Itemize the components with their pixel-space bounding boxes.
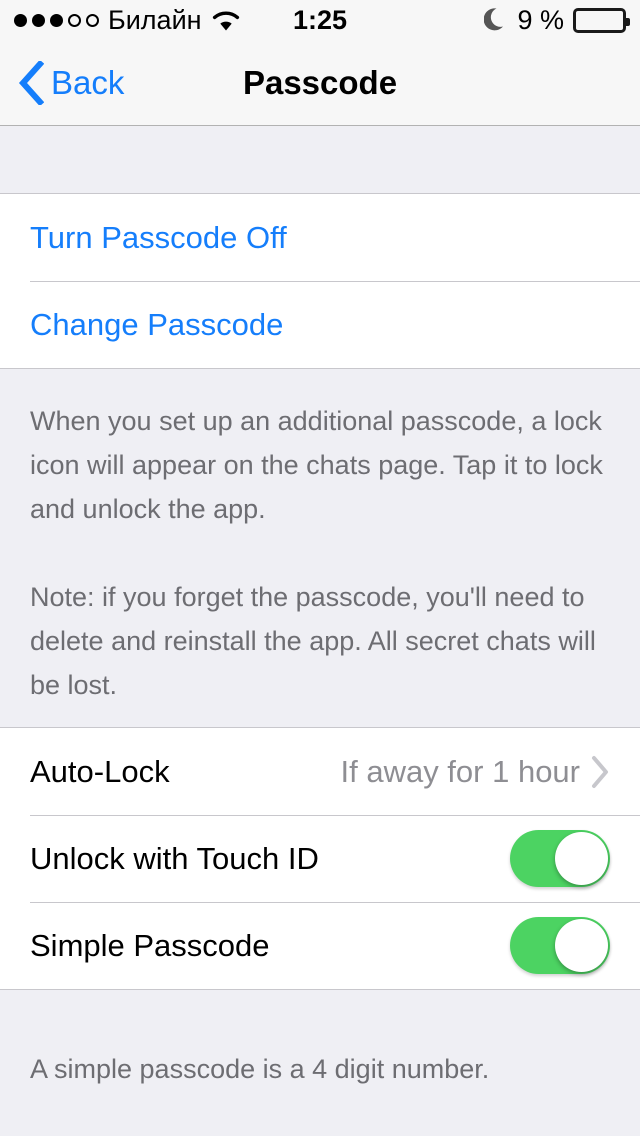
lock-options-footer: A simple passcode is a 4 digit number. [0, 990, 640, 1120]
auto-lock-value-container: If away for 1 hour [340, 755, 610, 789]
auto-lock-value: If away for 1 hour [340, 754, 580, 789]
unlock-with-touch-id-toggle[interactable] [510, 830, 610, 887]
signal-strength-dots [14, 13, 99, 27]
signal-dot-4 [68, 13, 81, 27]
wifi-icon [211, 9, 241, 32]
lock-options-group: Auto-Lock If away for 1 hour Unlock with… [0, 727, 640, 990]
turn-passcode-off-label: Turn Passcode Off [30, 220, 287, 255]
battery-icon [573, 7, 630, 33]
change-passcode-label: Change Passcode [30, 307, 284, 342]
auto-lock-label: Auto-Lock [30, 754, 170, 789]
passcode-actions-group: Turn Passcode Off Change Passcode [0, 193, 640, 369]
signal-dot-1 [14, 13, 27, 27]
row-change-passcode[interactable]: Change Passcode [0, 281, 640, 368]
passcode-actions-footer: When you set up an additional passcode, … [0, 369, 640, 727]
battery-percent-label: 9 % [517, 4, 564, 35]
status-bar: Билайн 1:25 9 % [0, 0, 640, 40]
navigation-bar: Back Passcode [0, 40, 640, 126]
chevron-left-icon [18, 60, 44, 105]
footer-paragraph-1: When you set up an additional passcode, … [30, 406, 603, 524]
simple-passcode-control [510, 917, 610, 974]
unlock-with-touch-id-label: Unlock with Touch ID [30, 841, 319, 876]
toggle-knob [555, 832, 608, 885]
row-turn-passcode-off[interactable]: Turn Passcode Off [0, 194, 640, 281]
simple-passcode-toggle[interactable] [510, 917, 610, 974]
simple-passcode-label: Simple Passcode [30, 928, 270, 963]
row-unlock-with-touch-id: Unlock with Touch ID [0, 815, 640, 902]
status-bar-left: Билайн [14, 4, 241, 35]
toggle-knob [555, 919, 608, 972]
signal-dot-2 [32, 13, 45, 27]
chevron-right-icon [590, 755, 610, 789]
signal-dot-5 [86, 13, 99, 27]
status-bar-right: 9 % [484, 0, 630, 40]
simple-passcode-footer-text: A simple passcode is a 4 digit number. [30, 1054, 490, 1084]
signal-dot-3 [50, 13, 63, 27]
unlock-with-touch-id-control [510, 830, 610, 887]
carrier-label: Билайн [108, 4, 202, 35]
row-auto-lock[interactable]: Auto-Lock If away for 1 hour [0, 728, 640, 815]
top-spacer [0, 126, 640, 193]
footer-paragraph-2: Note: if you forget the passcode, you'll… [30, 582, 596, 700]
back-button-label: Back [51, 64, 125, 101]
back-button[interactable]: Back [0, 60, 125, 105]
moon-icon [484, 7, 508, 33]
row-simple-passcode: Simple Passcode [0, 902, 640, 989]
